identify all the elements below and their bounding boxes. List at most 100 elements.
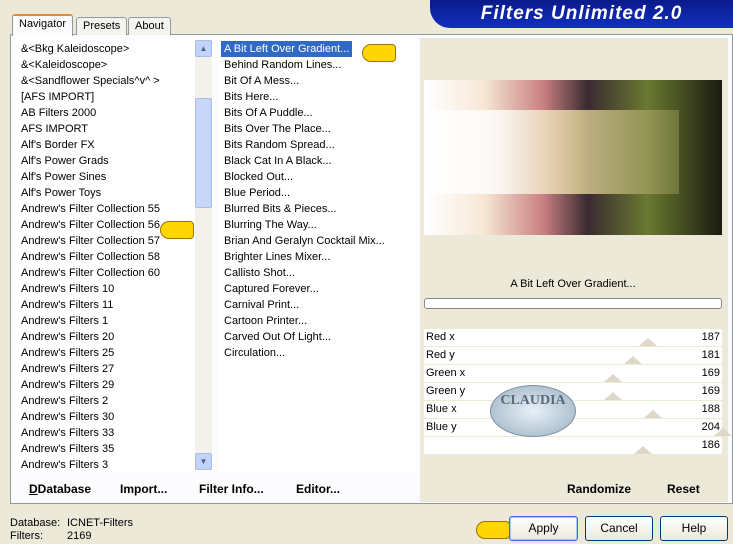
category-scrollbar[interactable]: ▲ ▼ — [195, 40, 212, 470]
category-item[interactable]: Andrew's Filters 3 — [15, 457, 213, 472]
filter-item[interactable]: Blurring The Way... — [218, 217, 416, 233]
category-item[interactable]: Andrew's Filters 1 — [15, 313, 213, 329]
slider-thumb[interactable] — [639, 338, 657, 346]
category-item[interactable]: Andrew's Filters 25 — [15, 345, 213, 361]
category-item-label: [AFS IMPORT] — [21, 91, 95, 103]
category-item-label: Andrew's Filters 33 — [21, 427, 115, 439]
category-item[interactable]: Alf's Power Toys — [15, 185, 213, 201]
slider-green-x[interactable]: Green x 169 — [424, 365, 722, 383]
category-item-label: Alf's Border FX — [21, 139, 95, 151]
category-item[interactable]: &<Kaleidoscope> — [15, 57, 213, 73]
category-item[interactable]: Andrew's Filters 2 — [15, 393, 213, 409]
preview-label: A Bit Left Over Gradient... — [510, 278, 636, 290]
scroll-down-icon[interactable]: ▼ — [195, 453, 212, 470]
slider-red-x[interactable]: Red x 187 — [424, 329, 722, 347]
cancel-button[interactable]: Cancel — [585, 516, 653, 541]
category-item[interactable]: AFS IMPORT — [15, 121, 213, 137]
category-item[interactable]: Andrew's Filters 30 — [15, 409, 213, 425]
category-item[interactable]: Andrew's Filters 20 — [15, 329, 213, 345]
category-item[interactable]: Andrew's Filters 35 — [15, 441, 213, 457]
filter-item[interactable]: Bits Here... — [218, 89, 416, 105]
category-item[interactable]: Alf's Border FX — [15, 137, 213, 153]
slider-label: Red x — [426, 331, 455, 343]
category-item[interactable]: Alf's Power Sines — [15, 169, 213, 185]
filter-item[interactable]: Brian And Geralyn Cocktail Mix... — [218, 233, 416, 249]
filter-item[interactable]: Carnival Print... — [218, 297, 416, 313]
editor-button[interactable]: Editor... — [296, 482, 340, 496]
slider-blue-y[interactable]: Blue y 204 — [424, 419, 732, 437]
category-item-label: Andrew's Filters 3 — [21, 459, 109, 471]
filter-item-label: Behind Random Lines... — [224, 59, 342, 71]
help-button[interactable]: Help — [660, 516, 728, 541]
filter-item[interactable]: Black Cat In A Black... — [218, 153, 416, 169]
category-item-label: Andrew's Filters 27 — [21, 363, 115, 375]
category-item[interactable]: Andrew's Filters 27 — [15, 361, 213, 377]
slider-thumb[interactable] — [644, 410, 662, 418]
reset-button[interactable]: Reset — [667, 482, 700, 496]
filter-item[interactable]: Bits Of A Puddle... — [218, 105, 416, 121]
slider-extra[interactable]: 186 — [424, 437, 722, 455]
filter-item-label: Bits Random Spread... — [224, 139, 335, 151]
slider-value: 187 — [701, 331, 720, 343]
filter-item[interactable]: Blue Period... — [218, 185, 416, 201]
slider-thumb[interactable] — [624, 356, 642, 364]
category-item[interactable]: AB Filters 2000 — [15, 105, 213, 121]
filter-info-button[interactable]: Filter Info... — [199, 482, 264, 496]
scroll-up-icon[interactable]: ▲ — [195, 40, 212, 57]
slider-value: 204 — [701, 421, 720, 433]
category-item-label: Andrew's Filters 29 — [21, 379, 115, 391]
filter-item[interactable]: Callisto Shot... — [218, 265, 416, 281]
randomize-button[interactable]: Randomize — [567, 482, 631, 496]
category-item[interactable]: Andrew's Filters 11 — [15, 297, 213, 313]
filter-item-label: Carnival Print... — [224, 299, 300, 311]
scroll-thumb[interactable] — [195, 98, 212, 208]
filter-item-label: A Bit Left Over Gradient... — [221, 41, 353, 57]
watermark-logo: CLAUDIA — [490, 385, 576, 437]
slider-green-y[interactable]: Green y 169 — [424, 383, 722, 401]
category-item[interactable]: Andrew's Filters 33 — [15, 425, 213, 441]
category-item[interactable]: Andrew's Filter Collection 60 — [15, 265, 213, 281]
category-item[interactable]: [AFS IMPORT] — [15, 89, 213, 105]
filter-item[interactable]: Captured Forever... — [218, 281, 416, 297]
database-button[interactable]: DDatabase — [29, 482, 91, 496]
pointing-hand-icon — [160, 221, 194, 239]
category-item[interactable]: Andrew's Filters 10 — [15, 281, 213, 297]
slider-label: Blue x — [426, 403, 457, 415]
category-item[interactable]: Andrew's Filter Collection 58 — [15, 249, 213, 265]
filter-item[interactable]: Brighter Lines Mixer... — [218, 249, 416, 265]
category-item-label: &<Kaleidoscope> — [21, 59, 108, 71]
category-item[interactable]: Alf's Power Grads — [15, 153, 213, 169]
slider-value: 181 — [701, 349, 720, 361]
tab-presets[interactable]: Presets — [76, 17, 128, 35]
filter-item-label: Blurred Bits & Pieces... — [224, 203, 337, 215]
filter-item[interactable]: Blocked Out... — [218, 169, 416, 185]
filter-item[interactable]: Bits Over The Place... — [218, 121, 416, 137]
filter-item-label: Bits Of A Puddle... — [224, 107, 313, 119]
filter-item-label: Bits Over The Place... — [224, 123, 331, 135]
slider-thumb[interactable] — [604, 392, 622, 400]
slider-thumb[interactable] — [634, 446, 652, 454]
filter-item[interactable]: Bit Of A Mess... — [218, 73, 416, 89]
filter-item[interactable]: Cartoon Printer... — [218, 313, 416, 329]
import-button[interactable]: Import... — [120, 482, 167, 496]
tab-about[interactable]: About — [128, 17, 171, 35]
filter-item[interactable]: Circulation... — [218, 345, 416, 361]
category-item-label: Andrew's Filters 20 — [21, 331, 115, 343]
slider-thumb[interactable] — [604, 374, 622, 382]
category-list[interactable]: &<Bkg Kaleidoscope> &<Kaleidoscope> &<Sand… — [15, 38, 213, 472]
filter-item[interactable]: Blurred Bits & Pieces... — [218, 201, 416, 217]
filter-list[interactable]: A Bit Left Over Gradient... Behind Random… — [218, 38, 416, 472]
category-item-label: Andrew's Filters 25 — [21, 347, 115, 359]
category-item[interactable]: &<Bkg Kaleidoscope> — [15, 41, 213, 57]
category-item-label: Andrew's Filter Collection 58 — [21, 251, 161, 263]
filter-item[interactable]: Carved Out Of Light... — [218, 329, 416, 345]
apply-button[interactable]: Apply — [509, 516, 578, 541]
category-item-label: Andrew's Filters 2 — [21, 395, 109, 407]
category-item[interactable]: Andrew's Filter Collection 55 — [15, 201, 213, 217]
slider-red-y[interactable]: Red y 181 — [424, 347, 722, 365]
category-item[interactable]: Andrew's Filters 29 — [15, 377, 213, 393]
filter-item[interactable]: Bits Random Spread... — [218, 137, 416, 153]
category-item[interactable]: &<Sandflower Specials^v^ > — [15, 73, 213, 89]
filter-item-label: Circulation... — [224, 347, 286, 359]
tab-navigator[interactable]: Navigator — [12, 14, 74, 36]
